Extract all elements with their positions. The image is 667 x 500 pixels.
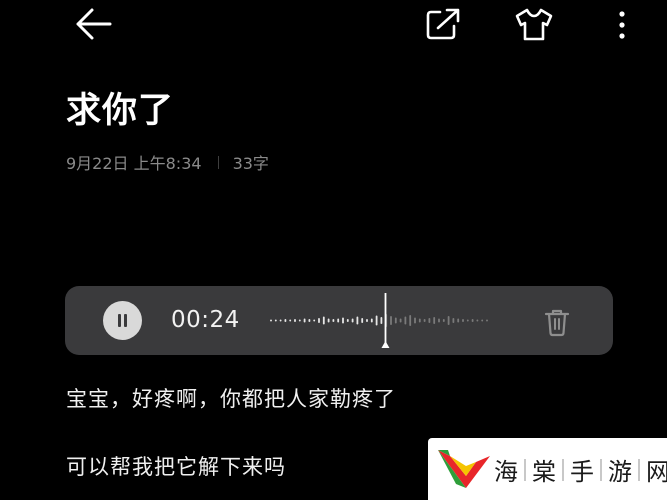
meta-divider bbox=[217, 155, 219, 169]
waveform-bar bbox=[457, 318, 460, 323]
waveform-bar bbox=[442, 319, 445, 322]
waveform-bar bbox=[409, 315, 412, 326]
playhead-handle[interactable] bbox=[381, 341, 390, 348]
note-date: 9月22日 上午8:34 bbox=[66, 154, 202, 173]
waveform-bar bbox=[399, 318, 402, 323]
waveform-bar bbox=[342, 317, 344, 324]
waveform-bar bbox=[332, 319, 335, 322]
waveform-bar bbox=[337, 318, 340, 323]
waveform-bar bbox=[346, 319, 349, 322]
waveform-bar bbox=[322, 316, 325, 325]
watermark-char: 游 bbox=[608, 458, 632, 486]
waveform-bar bbox=[423, 319, 426, 322]
waveform-bar bbox=[481, 319, 484, 322]
top-toolbar bbox=[0, 0, 667, 50]
trash-icon[interactable] bbox=[541, 306, 573, 338]
audio-player: 00:24 bbox=[65, 286, 613, 355]
pause-icon[interactable] bbox=[103, 301, 142, 340]
waveform-bar bbox=[274, 319, 277, 322]
note-body-line-1[interactable]: 宝宝，好疼啊，你都把人家勒疼了 bbox=[66, 383, 396, 413]
waveform-bar bbox=[270, 319, 272, 322]
note-body-line-2[interactable]: 可以帮我把它解下来吗 bbox=[66, 451, 286, 481]
more-vertical-icon[interactable] bbox=[604, 4, 640, 44]
waveform-bar bbox=[404, 316, 407, 325]
waveform-bar bbox=[380, 317, 383, 324]
playhead-line[interactable] bbox=[384, 293, 387, 345]
waveform-bar bbox=[414, 317, 416, 324]
waveform-bar bbox=[313, 319, 316, 322]
note-meta: 9月22日 上午8:34 33字 bbox=[66, 151, 269, 173]
waveform-bar bbox=[428, 318, 431, 323]
pause-bar-left bbox=[118, 314, 121, 327]
waveform-bar bbox=[462, 319, 464, 322]
audio-waveform[interactable] bbox=[269, 286, 489, 355]
waveform-bar bbox=[361, 318, 364, 323]
watermark-divider bbox=[524, 458, 526, 481]
waveform-bar bbox=[356, 316, 359, 325]
watermark-divider bbox=[638, 458, 640, 481]
waveform-bar bbox=[418, 318, 421, 323]
waveform-bar bbox=[447, 316, 450, 325]
waveform-bar bbox=[366, 319, 368, 322]
share-export-icon[interactable] bbox=[422, 4, 464, 44]
watermark-char: 手 bbox=[570, 458, 594, 486]
watermark: 海 棠 手 游 网 bbox=[428, 438, 667, 500]
waveform-bar bbox=[318, 318, 320, 323]
pause-bar-right bbox=[124, 314, 127, 327]
waveform-bar bbox=[390, 316, 392, 325]
waveform-bar bbox=[370, 318, 373, 323]
waveform-bar bbox=[298, 319, 301, 322]
waveform-bar bbox=[466, 319, 469, 322]
waveform-bar bbox=[452, 318, 455, 323]
waveform-bar bbox=[375, 315, 378, 326]
watermark-text: 海 棠 手 游 网 bbox=[494, 452, 667, 487]
watermark-logo bbox=[438, 450, 490, 488]
waveform-bar bbox=[303, 318, 306, 323]
waveform-bar bbox=[433, 317, 436, 324]
waveform-bar bbox=[289, 319, 292, 322]
waveform-bar bbox=[394, 317, 397, 324]
watermark-divider bbox=[562, 458, 564, 481]
audio-time: 00:24 bbox=[171, 307, 240, 333]
note-title[interactable]: 求你了 bbox=[66, 82, 174, 133]
waveform-bar bbox=[476, 319, 479, 322]
waveform-bar bbox=[284, 319, 287, 322]
waveform-bar bbox=[294, 319, 296, 322]
waveform-bar bbox=[486, 319, 488, 322]
watermark-char: 海 bbox=[494, 458, 518, 486]
waveform-bar bbox=[351, 318, 354, 323]
tshirt-icon[interactable] bbox=[512, 4, 556, 44]
waveform-bar bbox=[327, 318, 330, 323]
watermark-char: 网 bbox=[646, 458, 667, 486]
watermark-divider bbox=[600, 458, 602, 481]
note-word-count: 33字 bbox=[232, 154, 269, 173]
watermark-char: 棠 bbox=[532, 458, 556, 486]
waveform-bar bbox=[471, 319, 474, 322]
waveform-bar bbox=[308, 319, 311, 322]
waveform-bar bbox=[279, 319, 282, 322]
waveform-bar bbox=[438, 318, 440, 323]
arrow-left-icon[interactable] bbox=[72, 4, 116, 44]
